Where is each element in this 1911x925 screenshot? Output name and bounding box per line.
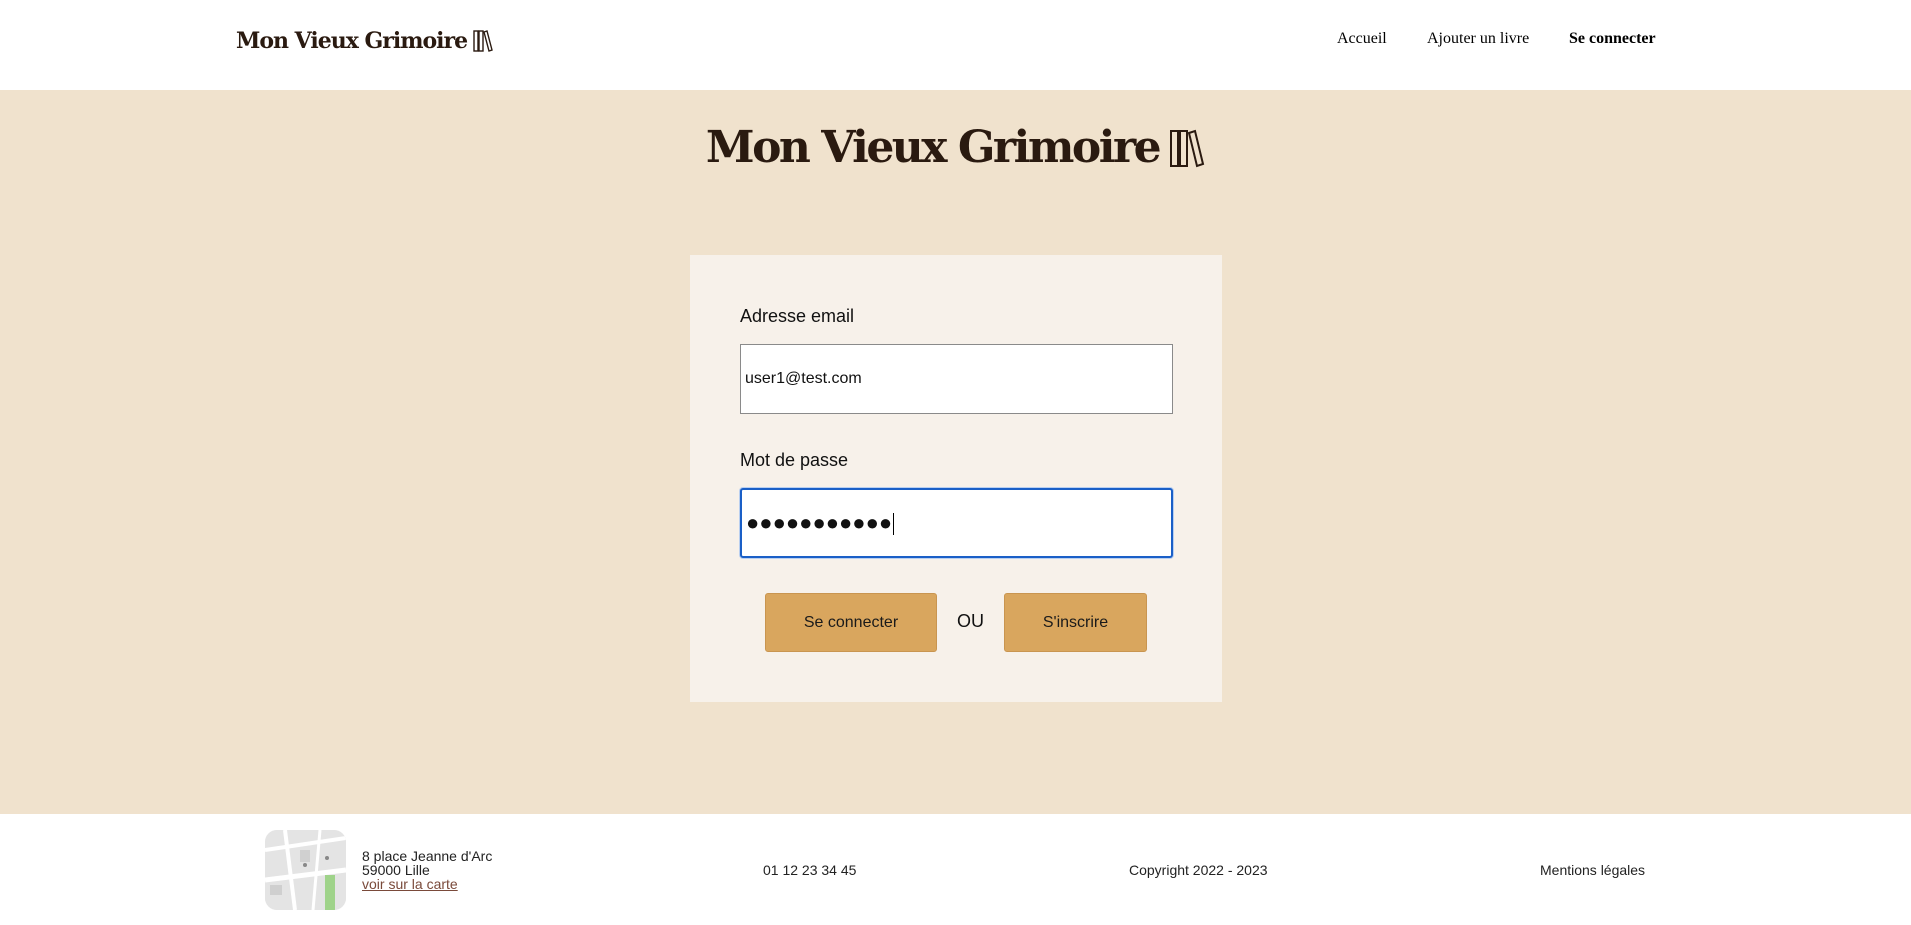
footer-copyright: Copyright 2022 - 2023	[1129, 862, 1268, 878]
nav-home-link[interactable]: Accueil	[1337, 30, 1387, 48]
header-logo[interactable]: Mon Vieux Grimoire	[236, 28, 493, 54]
email-field[interactable]: user1@test.com	[740, 344, 1173, 414]
books-icon	[1169, 128, 1205, 168]
footer-phone: 01 12 23 34 45	[763, 862, 857, 878]
main-content: Mon Vieux Grimoire Adresse email user1@t…	[0, 90, 1911, 814]
login-card: Adresse email user1@test.com Mot de pass…	[690, 255, 1222, 702]
hero-title: Mon Vieux Grimoire	[0, 122, 1911, 173]
site-footer: 8 place Jeanne d'Arc 59000 Lille voir su…	[0, 814, 1911, 925]
text-caret	[893, 513, 895, 536]
email-value: user1@test.com	[745, 370, 862, 387]
address-line2: 59000 Lille	[362, 862, 430, 878]
password-label: Mot de passe	[740, 450, 849, 470]
books-icon	[473, 30, 493, 52]
signup-button[interactable]: S'inscrire	[1004, 593, 1147, 652]
password-field[interactable]: ●●●●●●●●●●●	[740, 488, 1173, 558]
map-thumbnail[interactable]	[265, 830, 346, 910]
nav-add-book-link[interactable]: Ajouter un livre	[1427, 30, 1529, 48]
footer-address: 8 place Jeanne d'Arc 59000 Lille voir su…	[362, 849, 492, 891]
password-value: ●●●●●●●●●●●	[746, 510, 893, 535]
nav-login-link[interactable]: Se connecter	[1569, 30, 1656, 48]
hero-title-text: Mon Vieux Grimoire	[705, 122, 1162, 173]
login-button[interactable]: Se connecter	[765, 593, 937, 652]
site-header: Mon Vieux Grimoire Accueil Ajouter un li…	[0, 0, 1911, 90]
legal-notice-link[interactable]: Mentions légales	[1540, 862, 1645, 878]
map-link[interactable]: voir sur la carte	[362, 877, 492, 891]
logo-text: Mon Vieux Grimoire	[236, 28, 468, 54]
email-label: Adresse email	[740, 306, 855, 326]
or-separator: OU	[957, 611, 984, 631]
address-line1: 8 place Jeanne d'Arc	[362, 848, 493, 864]
